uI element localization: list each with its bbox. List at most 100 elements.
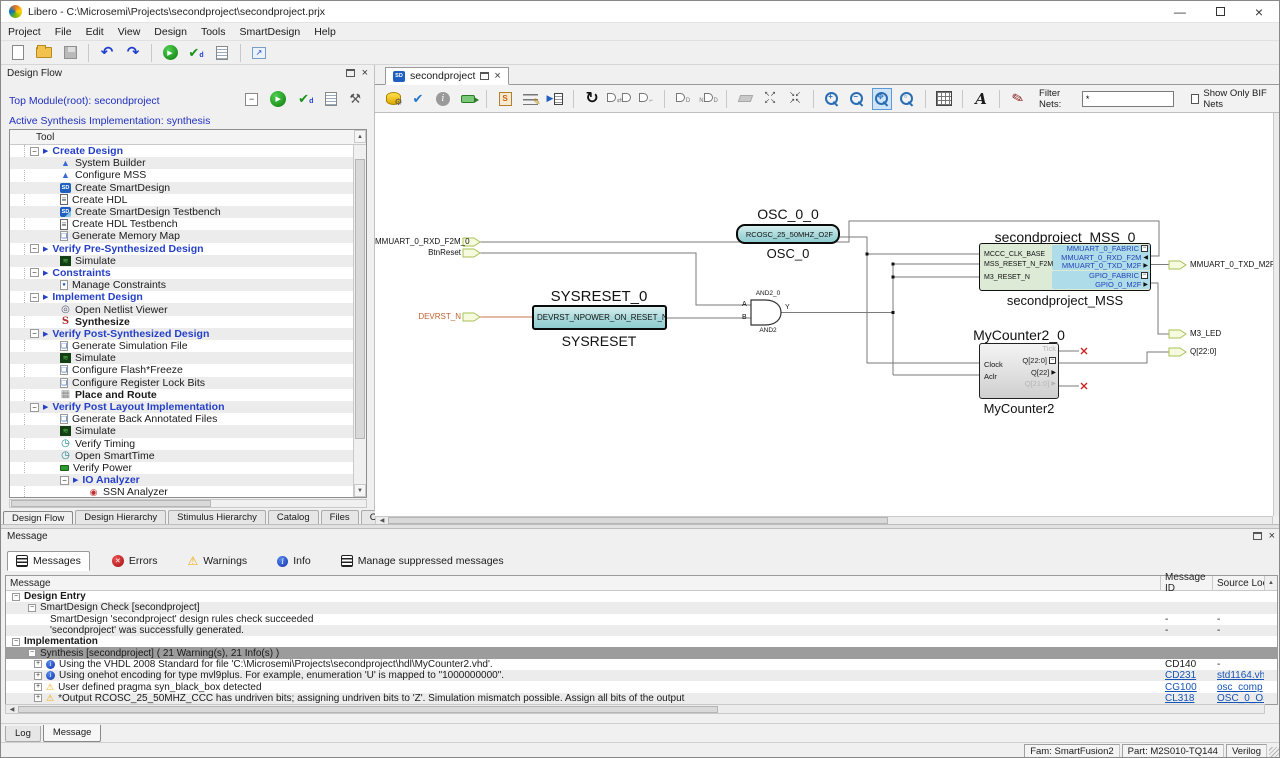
flow-run-button[interactable]: ▶ <box>270 91 286 107</box>
source-loc-cell[interactable]: osc_comp <box>1212 681 1264 692</box>
pin-label-btnreset[interactable]: BtnReset <box>375 248 461 257</box>
new-project-button[interactable] <box>7 43 29 63</box>
zoom-window-button[interactable]: ▫ <box>897 88 917 110</box>
scroll-up-icon[interactable]: ▲ <box>354 130 366 143</box>
export-button[interactable]: ↗ <box>248 43 270 63</box>
add-port-button[interactable] <box>458 88 478 110</box>
message-row[interactable]: 'secondproject' was successfully generat… <box>6 625 1277 636</box>
filter-nets-input[interactable] <box>1082 91 1174 107</box>
expander-icon[interactable]: − <box>60 476 69 485</box>
tree-item[interactable]: −▶Create Design <box>10 145 353 157</box>
disconnect-button[interactable]: ⌐ <box>636 88 656 110</box>
message-scroll-up-icon[interactable]: ▲ <box>1264 576 1277 590</box>
expander-icon[interactable]: + <box>34 660 42 668</box>
port-group-expander-icon[interactable]: − <box>1141 245 1148 252</box>
export-schematic-button[interactable]: ✎ <box>1008 88 1028 110</box>
tree-item[interactable]: SDCreate SmartDesign <box>10 182 353 194</box>
open-project-button[interactable] <box>33 43 55 63</box>
tree-item[interactable]: −▶Verify Post Layout Implementation <box>10 401 353 413</box>
invert-gate-button[interactable]: ND <box>698 88 718 110</box>
tree-horizontal-scrollbar[interactable] <box>9 499 367 508</box>
expander-icon[interactable]: − <box>30 268 39 277</box>
netlist-attributes-button[interactable] <box>520 88 540 110</box>
message-row[interactable]: SmartDesign 'secondproject' design rules… <box>6 614 1277 625</box>
menu-item-edit[interactable]: Edit <box>79 24 111 40</box>
tree-item[interactable]: ▦Place and Route <box>10 389 353 401</box>
tree-item[interactable]: −▶Verify Post-Synthesized Design <box>10 328 353 340</box>
auto-connect-button[interactable]: ⇄ <box>607 88 631 110</box>
tree-item[interactable]: ●Manage Constraints <box>10 279 353 291</box>
add-text-button[interactable]: A <box>971 88 991 110</box>
grid-toggle-button[interactable] <box>934 88 954 110</box>
tree-item[interactable]: SDCreate SmartDesign Testbench <box>10 206 353 218</box>
float-message-panel-icon[interactable] <box>1253 532 1262 540</box>
column-source-loc[interactable]: Source Loc <box>1212 576 1264 590</box>
port-group-expander-icon[interactable]: − <box>1141 272 1148 279</box>
save-button[interactable] <box>59 43 81 63</box>
expander-icon[interactable]: + <box>34 694 42 702</box>
pin-label-m3-led[interactable]: M3_LED <box>1190 329 1221 338</box>
promote-gate-button[interactable]: D <box>673 88 693 110</box>
column-message-id[interactable]: Message ID <box>1160 576 1212 590</box>
expander-icon[interactable]: − <box>30 329 39 338</box>
design-info-button[interactable]: i <box>433 88 453 110</box>
tab-catalog[interactable]: Catalog <box>268 510 319 524</box>
redo-button[interactable]: ↷ <box>122 43 144 63</box>
expander-icon[interactable]: + <box>34 672 42 680</box>
tree-item[interactable]: ≋Simulate <box>10 352 353 364</box>
canvas-vertical-scrollbar[interactable] <box>1273 113 1280 516</box>
tree-item[interactable]: ▲System Builder <box>10 157 353 169</box>
tree-item[interactable]: ❏Configure Register Lock Bits <box>10 377 353 389</box>
message-tab-info[interactable]: iInfo <box>269 552 319 570</box>
port-table-button[interactable]: ▶ <box>545 88 565 110</box>
run-button[interactable]: ▶ <box>159 43 181 63</box>
tree-item[interactable]: ≡Create HDL <box>10 194 353 206</box>
tree-item[interactable]: −▶Verify Pre-Synthesized Design <box>10 243 353 255</box>
tab-message[interactable]: Message <box>43 725 102 742</box>
tree-item[interactable]: ❏Configure Flash*Freeze <box>10 364 353 376</box>
close-message-panel-icon[interactable]: × <box>1269 532 1275 541</box>
tree-item[interactable]: ◎Open Netlist Viewer <box>10 303 353 315</box>
expander-icon[interactable]: − <box>12 593 20 601</box>
show-bif-nets-checkbox[interactable] <box>1191 94 1200 104</box>
message-tab-messages[interactable]: Messages <box>7 551 90 571</box>
float-panel-icon[interactable] <box>346 69 355 77</box>
sysreset-block[interactable]: DEVRST_N POWER_ON_RESET_N <box>532 305 667 330</box>
menu-item-smartdesign[interactable]: SmartDesign <box>232 24 307 40</box>
tree-item[interactable]: ≋Simulate <box>10 255 353 267</box>
scroll-thumb[interactable] <box>355 159 365 439</box>
message-id-cell[interactable]: CG100 <box>1160 681 1212 692</box>
tree-item[interactable]: ❏Generate Back Annotated Files <box>10 413 353 425</box>
menu-item-view[interactable]: View <box>111 24 148 40</box>
message-row[interactable]: +iUsing the VHDL 2008 Standard for file … <box>6 659 1277 670</box>
float-tab-icon[interactable] <box>480 72 489 80</box>
tree-item[interactable]: −▶Implement Design <box>10 291 353 303</box>
message-row[interactable]: −SmartDesign Check [secondproject] <box>6 602 1277 613</box>
maximize-button[interactable] <box>1216 7 1225 16</box>
close-tab-icon[interactable]: × <box>494 72 500 81</box>
pin-label-devrst[interactable]: DEVRST_N <box>375 312 461 321</box>
osc-block[interactable]: RCOSC_25_50MHZ_O2F <box>736 224 840 244</box>
eraser-button[interactable] <box>735 88 755 110</box>
expand-all-button[interactable]: ↖↗↙↘ <box>760 88 780 110</box>
resize-grip[interactable] <box>1269 747 1280 758</box>
report-button[interactable] <box>211 43 233 63</box>
tree-item[interactable]: ◷Open SmartTime <box>10 450 353 462</box>
tree-item[interactable]: ❏Generate Simulation File <box>10 340 353 352</box>
message-row[interactable]: −Synthesis [secondproject] ( 21 Warning(… <box>6 647 1277 658</box>
expander-icon[interactable]: − <box>28 604 36 612</box>
expander-icon[interactable]: − <box>30 293 39 302</box>
undo-button[interactable]: ↶ <box>96 43 118 63</box>
zoom-out-button[interactable]: − <box>847 88 867 110</box>
expander-icon[interactable]: − <box>12 638 20 646</box>
close-button[interactable]: × <box>1255 6 1263 18</box>
mss-block[interactable]: MCCC_CLK_BASEMSS_RESET_N_F2MM3_RESET_NMM… <box>979 243 1151 291</box>
close-panel-icon[interactable]: × <box>362 69 368 78</box>
menu-item-project[interactable]: Project <box>1 24 48 40</box>
menu-item-design[interactable]: Design <box>147 24 194 40</box>
pin-label-mmuart-txd[interactable]: MMUART_0_TXD_M2F <box>1190 260 1273 269</box>
verify-button[interactable]: ✔d <box>185 43 207 63</box>
tab-secondproject[interactable]: SD secondproject × <box>385 67 509 85</box>
flow-report-button[interactable] <box>325 92 337 106</box>
expander-icon[interactable]: − <box>28 649 36 657</box>
